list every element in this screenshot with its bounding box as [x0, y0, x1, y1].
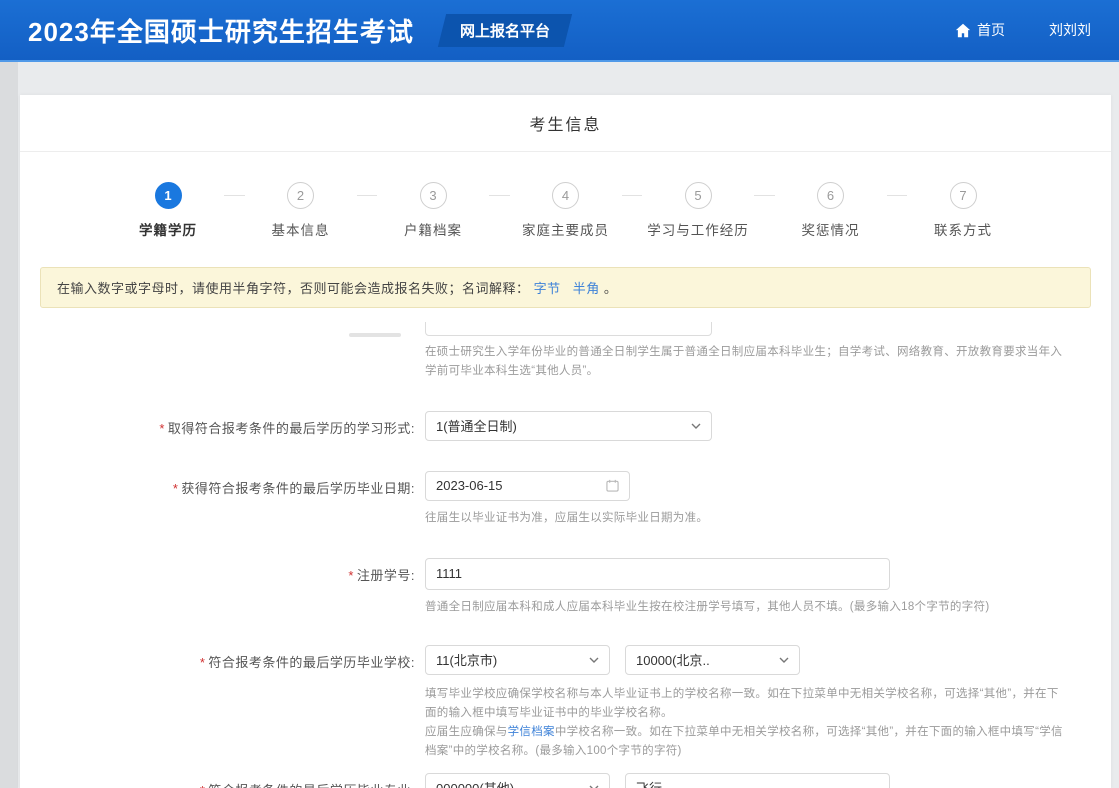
- school-province-value: 11(北京市): [436, 650, 497, 669]
- required-mark: *: [159, 421, 165, 436]
- step-label: 学籍学历: [139, 219, 197, 239]
- app-header: 2023年全国硕士研究生招生考试 网上报名平台 首页 刘刘刘: [0, 0, 1119, 62]
- step-circle: 7: [950, 182, 977, 209]
- step-circle: 1: [155, 182, 182, 209]
- page-left-gutter: [0, 62, 18, 788]
- reg-no-input[interactable]: [425, 558, 890, 590]
- reg-no-label: 注册学号:: [357, 568, 415, 583]
- step-connector: [224, 195, 245, 196]
- grad-school-label: 符合报考条件的最后学历毕业学校:: [208, 655, 415, 670]
- notice-text: 在输入数字或字母时，请使用半角字符，否则可能会造成报名失败；名词解释：: [57, 281, 530, 296]
- reg-no-help: 普通全日制应届本科和成人应届本科毕业生按在校注册学号填写，其他人员不填。(最多输…: [425, 598, 1065, 617]
- required-mark: *: [200, 783, 206, 788]
- grad-date-label: 获得符合报考条件的最后学历毕业日期:: [181, 481, 415, 496]
- notice-suffix: 。: [604, 281, 618, 296]
- step-label: 家庭主要成员: [522, 219, 609, 239]
- step-connector: [357, 195, 378, 196]
- study-form-label: 取得符合报考条件的最后学历的学习形式:: [168, 421, 415, 436]
- chevron-down-icon: [589, 657, 599, 663]
- step-connector: [622, 195, 643, 196]
- study-form-value: 1(普通全日制): [436, 416, 517, 435]
- fresh-graduate-note: 在硕士研究生入学年份毕业的普通全日制学生属于普通全日制应届本科毕业生；自学考试、…: [425, 343, 1065, 381]
- study-form-row: *取得符合报考条件的最后学历的学习形式: 1(普通全日制): [20, 411, 1111, 441]
- grad-date-value: 2023-06-15: [436, 478, 503, 493]
- step-label: 学习与工作经历: [647, 219, 749, 239]
- school-province-select[interactable]: 11(北京市): [425, 645, 610, 675]
- step-label: 基本信息: [272, 219, 330, 239]
- education-form: 在硕士研究生入学年份毕业的普通全日制学生属于普通全日制应届本科毕业生；自学考试、…: [20, 322, 1111, 788]
- wizard-step-2[interactable]: 2 基本信息: [245, 182, 357, 239]
- app-title: 2023年全国硕士研究生招生考试: [28, 12, 414, 49]
- xuexin-archive-link[interactable]: 学信档案: [508, 726, 555, 738]
- required-mark: *: [200, 655, 206, 670]
- step-connector: [489, 195, 510, 196]
- grad-major-row: *符合报考条件的最后学历毕业专业: 000000(其他): [20, 773, 1111, 788]
- home-link[interactable]: 首页: [955, 20, 1005, 40]
- step-connector: [754, 195, 775, 196]
- chevron-down-icon: [691, 423, 701, 429]
- calendar-icon: [606, 479, 619, 492]
- platform-badge: 网上报名平台: [438, 14, 572, 47]
- wizard-step-6[interactable]: 6 奖惩情况: [775, 182, 887, 239]
- required-mark: *: [173, 481, 179, 496]
- step-label: 奖惩情况: [802, 219, 860, 239]
- wizard-step-3[interactable]: 3 户籍档案: [377, 182, 489, 239]
- user-name: 刘刘刘: [1049, 20, 1091, 40]
- card-title-row: 考生信息: [20, 95, 1111, 152]
- home-icon: [955, 23, 971, 38]
- cutoff-previous-field: [20, 322, 1111, 337]
- cutoff-label-stub: [349, 333, 401, 337]
- wizard-step-4[interactable]: 4 家庭主要成员: [510, 182, 622, 239]
- grad-date-help: 往届生以毕业证书为准，应届生以实际毕业日期为准。: [425, 509, 1065, 528]
- reg-no-row: *注册学号:: [20, 558, 1111, 590]
- halfwidth-notice-bar: 在输入数字或字母时，请使用半角字符，否则可能会造成报名失败；名词解释： 字节 半…: [40, 267, 1091, 308]
- wizard-step-5[interactable]: 5 学习与工作经历: [642, 182, 754, 239]
- wizard-step-1[interactable]: 1 学籍学历: [112, 182, 224, 239]
- step-label: 联系方式: [934, 219, 992, 239]
- grad-school-help-1: 填写毕业学校应确保学校名称与本人毕业证书上的学校名称一致。如在下拉菜单中无相关学…: [425, 685, 1065, 723]
- major-select-value: 000000(其他): [436, 778, 514, 788]
- page-title: 考生信息: [529, 111, 601, 135]
- grad-school-help-2: 应届生应确保与学信档案中学校名称一致。如在下拉菜单中无相关学校名称，可选择“其他…: [425, 723, 1065, 761]
- chevron-down-icon: [779, 657, 789, 663]
- step-circle: 2: [287, 182, 314, 209]
- platform-badge-label: 网上报名平台: [460, 20, 550, 41]
- halfwidth-glossary-link[interactable]: 半角: [573, 281, 600, 296]
- step-circle: 4: [552, 182, 579, 209]
- major-select[interactable]: 000000(其他): [425, 773, 610, 788]
- school-name-select[interactable]: 10000(北京..: [625, 645, 800, 675]
- byte-glossary-link[interactable]: 字节: [534, 281, 561, 296]
- grad-date-input[interactable]: 2023-06-15: [425, 471, 630, 501]
- wizard-step-7[interactable]: 7 联系方式: [907, 182, 1019, 239]
- grad-school-row: *符合报考条件的最后学历毕业学校: 11(北京市) 10000(北京..: [20, 645, 1111, 675]
- major-name-input[interactable]: [625, 773, 890, 788]
- school-name-value: 10000(北京..: [636, 650, 710, 669]
- candidate-info-card: 考生信息 1 学籍学历 2 基本信息 3 户籍档案 4 家庭主要成员 5 学习与…: [20, 95, 1111, 788]
- required-mark: *: [348, 568, 354, 583]
- step-label: 户籍档案: [404, 219, 462, 239]
- grad-major-label: 符合报考条件的最后学历毕业专业:: [208, 783, 415, 788]
- grad-date-row: *获得符合报考条件的最后学历毕业日期: 2023-06-15: [20, 471, 1111, 501]
- step-circle: 3: [420, 182, 447, 209]
- study-form-select[interactable]: 1(普通全日制): [425, 411, 712, 441]
- cutoff-select[interactable]: [425, 322, 712, 336]
- step-circle: 6: [817, 182, 844, 209]
- step-wizard: 1 学籍学历 2 基本信息 3 户籍档案 4 家庭主要成员 5 学习与工作经历 …: [20, 152, 1111, 251]
- user-menu[interactable]: 刘刘刘: [1049, 20, 1091, 40]
- step-circle: 5: [685, 182, 712, 209]
- step-connector: [887, 195, 908, 196]
- home-link-label: 首页: [977, 20, 1005, 40]
